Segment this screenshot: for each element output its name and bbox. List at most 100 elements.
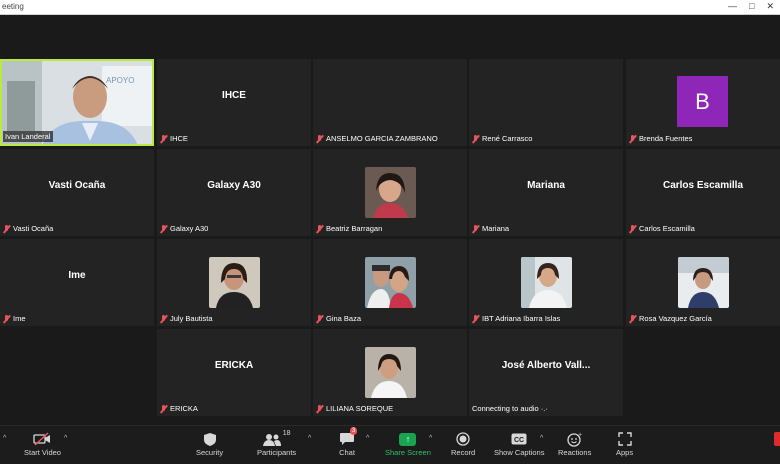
profile-photo [209,257,260,308]
participant-name: Ivan Landeral [5,132,51,141]
participant-label: July Bautista [160,313,213,324]
reactions-button[interactable]: + Reactions [558,430,591,458]
participant-display-name: IHCE [222,90,246,101]
participant-name: ANSELMO GARCIA ZAMBRANO [326,134,438,143]
profile-photo [365,257,416,308]
share-screen-button[interactable]: ↑ Share Screen [385,430,431,457]
participant-tile-vasti[interactable]: Vasti Ocaña Vasti Ocaña [0,149,154,236]
participant-tile-mariana[interactable]: Mariana Mariana [469,149,623,236]
security-label: Security [196,448,224,457]
participant-name: Mariana [482,224,510,233]
participant-display-name: Vasti Ocaña [48,180,106,191]
chat-button[interactable]: 3 Chat [339,427,358,457]
participant-label: IBT Adriana Ibarra Islas [472,313,560,324]
participant-name: Beatriz Barragan [326,224,383,233]
mic-muted-icon [629,224,636,233]
participants-label: Participants [257,448,297,457]
share-screen-label: Share Screen [385,448,431,457]
mic-muted-icon [472,134,479,143]
participant-display-name: José Alberto Vall... [501,360,591,371]
chat-options-caret[interactable]: ^ [366,435,369,442]
participants-options-caret[interactable]: ^ [308,435,311,442]
profile-photo [521,257,572,308]
participant-tile-july[interactable]: July Bautista [157,239,311,326]
participant-tile-brenda[interactable]: B Brenda Fuentes [626,59,780,146]
close-button[interactable]: ✕ [766,1,774,12]
mic-muted-icon [3,224,10,233]
participant-tile-liliana[interactable]: LILIANA SOREQUE [313,329,467,416]
participant-label: Vasti Ocaña [3,223,53,234]
participant-tile-anselmo[interactable]: ANSELMO GARCIA ZAMBRANO [313,59,467,146]
participant-tile-rosa[interactable]: Rosa Vazquez García [626,239,780,326]
participant-tile-ericka[interactable]: ERICKA ERICKA [157,329,311,416]
caret-up-icon[interactable]: ^ [3,435,6,442]
participant-name: Ime [13,314,26,323]
participant-tile-ihce[interactable]: IHCE IHCE [157,59,311,146]
participant-name: Gina Baza [326,314,362,323]
participant-name: Rosa Vazquez García [639,314,712,323]
mic-muted-icon [316,224,323,233]
participant-status: Connecting to audio ·.· [472,404,548,413]
show-captions-label: Show Captions [494,448,545,457]
participant-display-name: Mariana [527,180,565,191]
gallery-view: APOYO Ivan Landeral IHCE IHCE ANSELMO GA… [0,15,780,425]
participant-tile-beatriz[interactable]: Beatriz Barragan [313,149,467,236]
mic-muted-icon [629,134,636,143]
participant-tile-rene[interactable]: René Carrasco [469,59,623,146]
participant-name: LILIANA SOREQUE [326,404,394,413]
participant-label: Beatriz Barragan [316,223,382,234]
mic-muted-icon [472,314,479,323]
start-video-button[interactable]: Start Video [24,430,61,457]
start-video-label: Start Video [24,448,61,457]
mic-muted-icon [3,314,10,323]
participant-display-name: Ime [68,270,86,281]
participant-tile-adriana[interactable]: IBT Adriana Ibarra Islas [469,239,623,326]
chat-badge: 3 [350,427,358,435]
participant-label: LILIANA SOREQUE [316,403,393,414]
record-button[interactable]: Record [451,430,475,457]
share-options-caret[interactable]: ^ [429,435,432,442]
end-meeting-edge[interactable] [774,432,780,446]
participant-label: Brenda Fuentes [629,133,692,144]
chat-label: Chat [339,448,355,457]
participants-button[interactable]: 18 Participants [257,430,296,457]
mic-muted-icon [316,404,323,413]
mic-muted-icon [160,314,167,323]
participant-name: Carlos Escamilla [639,224,695,233]
participant-display-name: ERICKA [214,360,254,371]
participant-tile-galaxy[interactable]: Galaxy A30 Galaxy A30 [157,149,311,236]
video-options-caret[interactable]: ^ [64,435,67,442]
mic-muted-icon [160,134,167,143]
maximize-button[interactable]: □ [749,1,754,12]
captions-options-caret[interactable]: ^ [540,435,543,442]
participant-name: Brenda Fuentes [639,134,693,143]
participants-count: 18 [282,430,291,437]
mic-muted-icon [316,314,323,323]
apps-icon [617,430,632,448]
participant-label: Connecting to audio ·.· [472,403,548,414]
apps-button[interactable]: Apps [616,430,633,457]
participant-label: Ivan Landeral [3,131,54,142]
svg-text:APOYO: APOYO [106,76,134,85]
participant-tile-gina[interactable]: Gina Baza [313,239,467,326]
participant-name: IBT Adriana Ibarra Islas [482,314,561,323]
participant-label: Gina Baza [316,313,361,324]
participant-tile-jose[interactable]: José Alberto Vall... Connecting to audio… [469,329,623,416]
mic-muted-icon [316,134,323,143]
minimize-button[interactable]: — [728,1,737,12]
participant-tile-ime[interactable]: Ime Ime [0,239,154,326]
participant-name: IHCE [170,134,188,143]
meeting-toolbar: ^ Start Video ^ Security 18 Participants… [0,425,780,464]
participant-name: René Carrasco [482,134,533,143]
reactions-icon: + [567,430,582,448]
participant-display-name: Galaxy A30 [207,180,261,191]
security-button[interactable]: Security [196,430,223,457]
show-captions-button[interactable]: CC Show Captions [494,430,544,457]
participant-tile-carlos[interactable]: Carlos Escamilla Carlos Escamilla [626,149,780,236]
participant-label: IHCE [160,133,188,144]
svg-text:+: + [578,432,582,438]
record-icon [456,430,470,448]
svg-text:CC: CC [514,437,524,444]
participant-tile-ivan[interactable]: APOYO Ivan Landeral [0,59,154,146]
record-label: Record [451,448,476,457]
